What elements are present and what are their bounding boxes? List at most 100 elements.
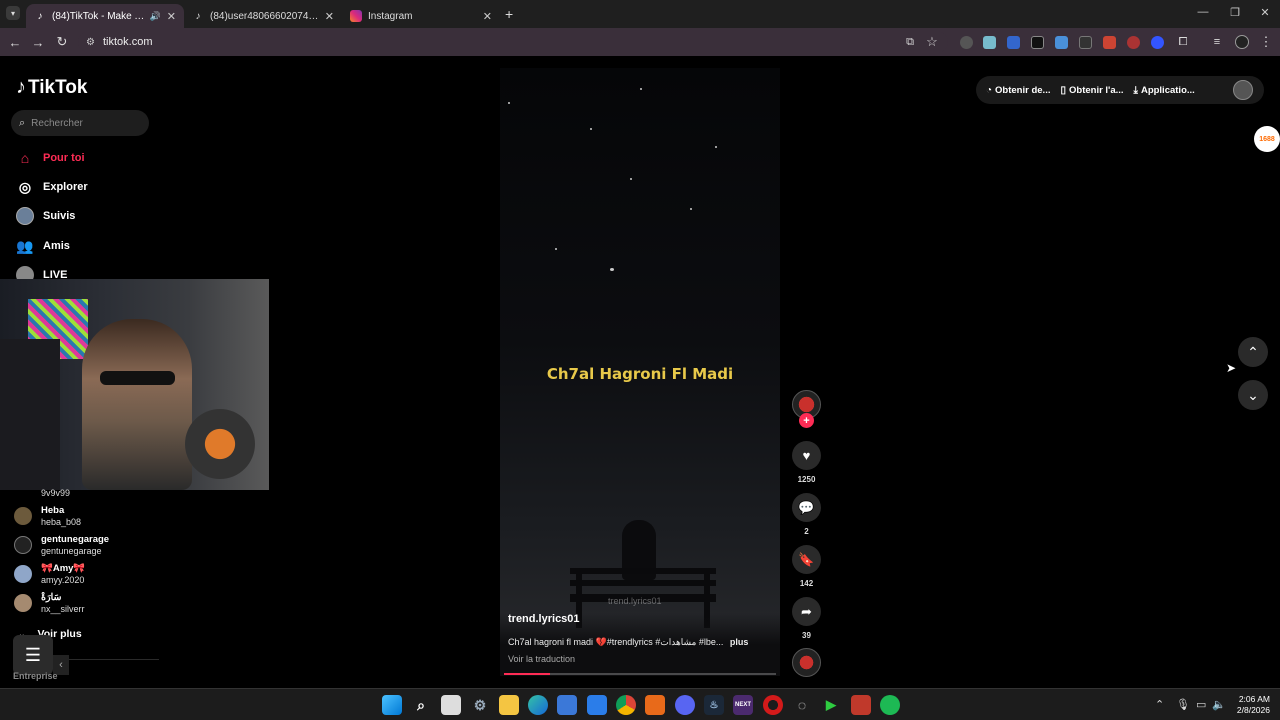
new-tab-button[interactable]: + [505,6,513,22]
following-username: 9v9v99 [41,488,71,498]
app-icon[interactable] [645,695,665,715]
bookmark-icon[interactable]: 🔖 [792,545,821,574]
reload-button[interactable]: ↻ [54,34,70,50]
comment-icon[interactable]: 💬 [792,493,821,522]
video-progress-bar[interactable] [504,673,776,675]
video-player[interactable]: Ch7al Hagroni Fl Madi trend.lyrics01 tre… [500,68,780,676]
heart-icon[interactable]: ♥ [792,441,821,470]
discord-icon[interactable] [675,695,695,715]
extension-icon[interactable] [960,36,973,49]
entreprise-link[interactable]: Entreprise [13,671,58,681]
microphone-icon[interactable]: 🎙 [1176,698,1190,711]
display-icon[interactable]: ▭ [1196,698,1206,711]
back-button[interactable]: ← [7,34,23,50]
friends-icon: 👥 [16,237,34,254]
video-author[interactable]: trend.lyrics01 [508,613,580,625]
avatar [14,507,32,525]
progress-fill [504,673,551,675]
alibaba-1688-extension-icon[interactable]: 1688 [1254,126,1280,152]
extension-icon[interactable] [1127,36,1140,49]
extension-icon[interactable] [983,36,996,49]
minimize-window-button[interactable]: — [1188,6,1218,18]
spotify-icon[interactable] [880,695,900,715]
profile-avatar[interactable] [1235,35,1249,49]
tiktok-logo[interactable]: ♪ TikTok [16,76,87,99]
close-window-button[interactable]: ✕ [1250,6,1280,19]
search-icon[interactable]: ⌕ [411,695,431,715]
translate-link[interactable]: Voir la traduction [508,654,575,664]
task-view-icon[interactable] [441,695,461,715]
share-action[interactable]: ➦ 39 [792,597,821,640]
address-bar[interactable]: ⚙ tiktok.com [78,31,948,53]
following-item[interactable]: gentunegarage gentunegarage [14,534,109,557]
extension-icon[interactable] [1031,36,1044,49]
extension-icon[interactable] [1151,36,1164,49]
edge-icon[interactable] [528,695,548,715]
previous-video-button[interactable]: ⌃ [1238,337,1268,367]
windows-start-icon[interactable] [382,695,402,715]
settings-gear-icon[interactable]: ⚙ [470,695,490,715]
install-app-icon[interactable]: ⧉ [902,34,918,50]
next-video-button[interactable]: ⌄ [1238,380,1268,410]
extension-icon[interactable] [1103,36,1116,49]
audio-playing-icon[interactable]: 🔊 [150,11,161,22]
browser-menu-icon[interactable]: ⋮ [1258,34,1274,50]
caption-more-button[interactable]: plus [730,637,749,647]
tray-chevron-up-icon[interactable]: ⌃ [1155,698,1164,711]
following-item[interactable]: Heba heba_b08 [14,505,81,528]
extension-icon[interactable] [1007,36,1020,49]
download-icon[interactable] [1079,36,1092,49]
app-icon[interactable]: NEXT [733,695,753,715]
tab-tiktok-user[interactable]: ♪ (84)user4806660207417 3 (@kh ✕ [184,4,342,28]
nav-amis[interactable]: 👥 Amis [16,237,70,255]
extensions-puzzle-icon[interactable]: ⧠ [1175,34,1191,50]
following-username: nx__silverr [41,604,85,614]
file-explorer-icon[interactable] [499,695,519,715]
app-icon[interactable]: ▶ [821,695,841,715]
reading-list-icon[interactable]: ≡ [1209,34,1225,50]
profile-avatar[interactable] [1233,80,1253,100]
tab-list-dropdown-button[interactable]: ▾ [6,6,20,20]
close-tab-icon[interactable]: ✕ [167,10,176,23]
tab-tiktok[interactable]: ♪ (84)TikTok - Make Your Day 🔊 ✕ [26,4,184,28]
system-clock[interactable]: 2:06 AM 2/8/2026 [1228,694,1270,716]
tab-instagram[interactable]: Instagram ✕ [342,4,500,28]
get-coins-label: Obtenir de... [995,84,1051,96]
close-tab-icon[interactable]: ✕ [483,10,492,23]
following-item[interactable]: 🎀Amy🎀 amyy.2020 [14,563,85,586]
star-decoration [508,102,510,104]
store-icon[interactable] [557,695,577,715]
mail-icon[interactable] [587,695,607,715]
desktop-app-button[interactable]: ⤓ Applicatio... [1134,85,1195,96]
opera-icon[interactable] [763,695,783,715]
extension-icon[interactable] [1055,36,1068,49]
nav-suivis[interactable]: Suivis [16,207,75,225]
chrome-icon[interactable] [616,695,636,715]
volume-icon[interactable]: 🔈 [1212,698,1226,711]
forward-button[interactable]: → [30,34,46,50]
app-icon[interactable]: ◌ [792,695,812,715]
instagram-icon [350,10,362,22]
get-app-button[interactable]: ▯ Obtenir l'a... [1060,85,1123,96]
site-info-icon[interactable]: ⚙ [86,37,95,48]
bookmark-star-icon[interactable]: ☆ [924,34,940,50]
follow-plus-icon[interactable]: + [799,413,814,428]
following-item[interactable]: سَارَةْ nx__silverr [14,592,85,615]
save-action[interactable]: 🔖 142 [792,545,821,588]
search-input[interactable] [31,117,132,129]
get-coins-button[interactable]: ◔ Obtenir de... [986,85,1050,96]
share-icon[interactable]: ➦ [792,597,821,626]
restore-window-button[interactable]: ❐ [1220,6,1250,19]
search-box[interactable]: ⌕ [11,110,149,136]
nav-explorer[interactable]: ◎ Explorer [16,178,88,196]
comment-action[interactable]: 💬 2 [792,493,821,536]
nav-pour-toi[interactable]: ⌂ Pour toi [16,149,85,167]
mouse-cursor-icon: ➤ [1226,361,1237,375]
close-tab-icon[interactable]: ✕ [325,10,334,23]
like-action[interactable]: ♥ 1250 [792,441,821,484]
music-disc-avatar[interactable] [792,648,821,677]
chair-back [0,339,60,490]
app-icon[interactable] [851,695,871,715]
steam-icon[interactable]: ♨ [704,695,724,715]
hamburger-menu-icon[interactable]: ☰ [13,635,53,675]
